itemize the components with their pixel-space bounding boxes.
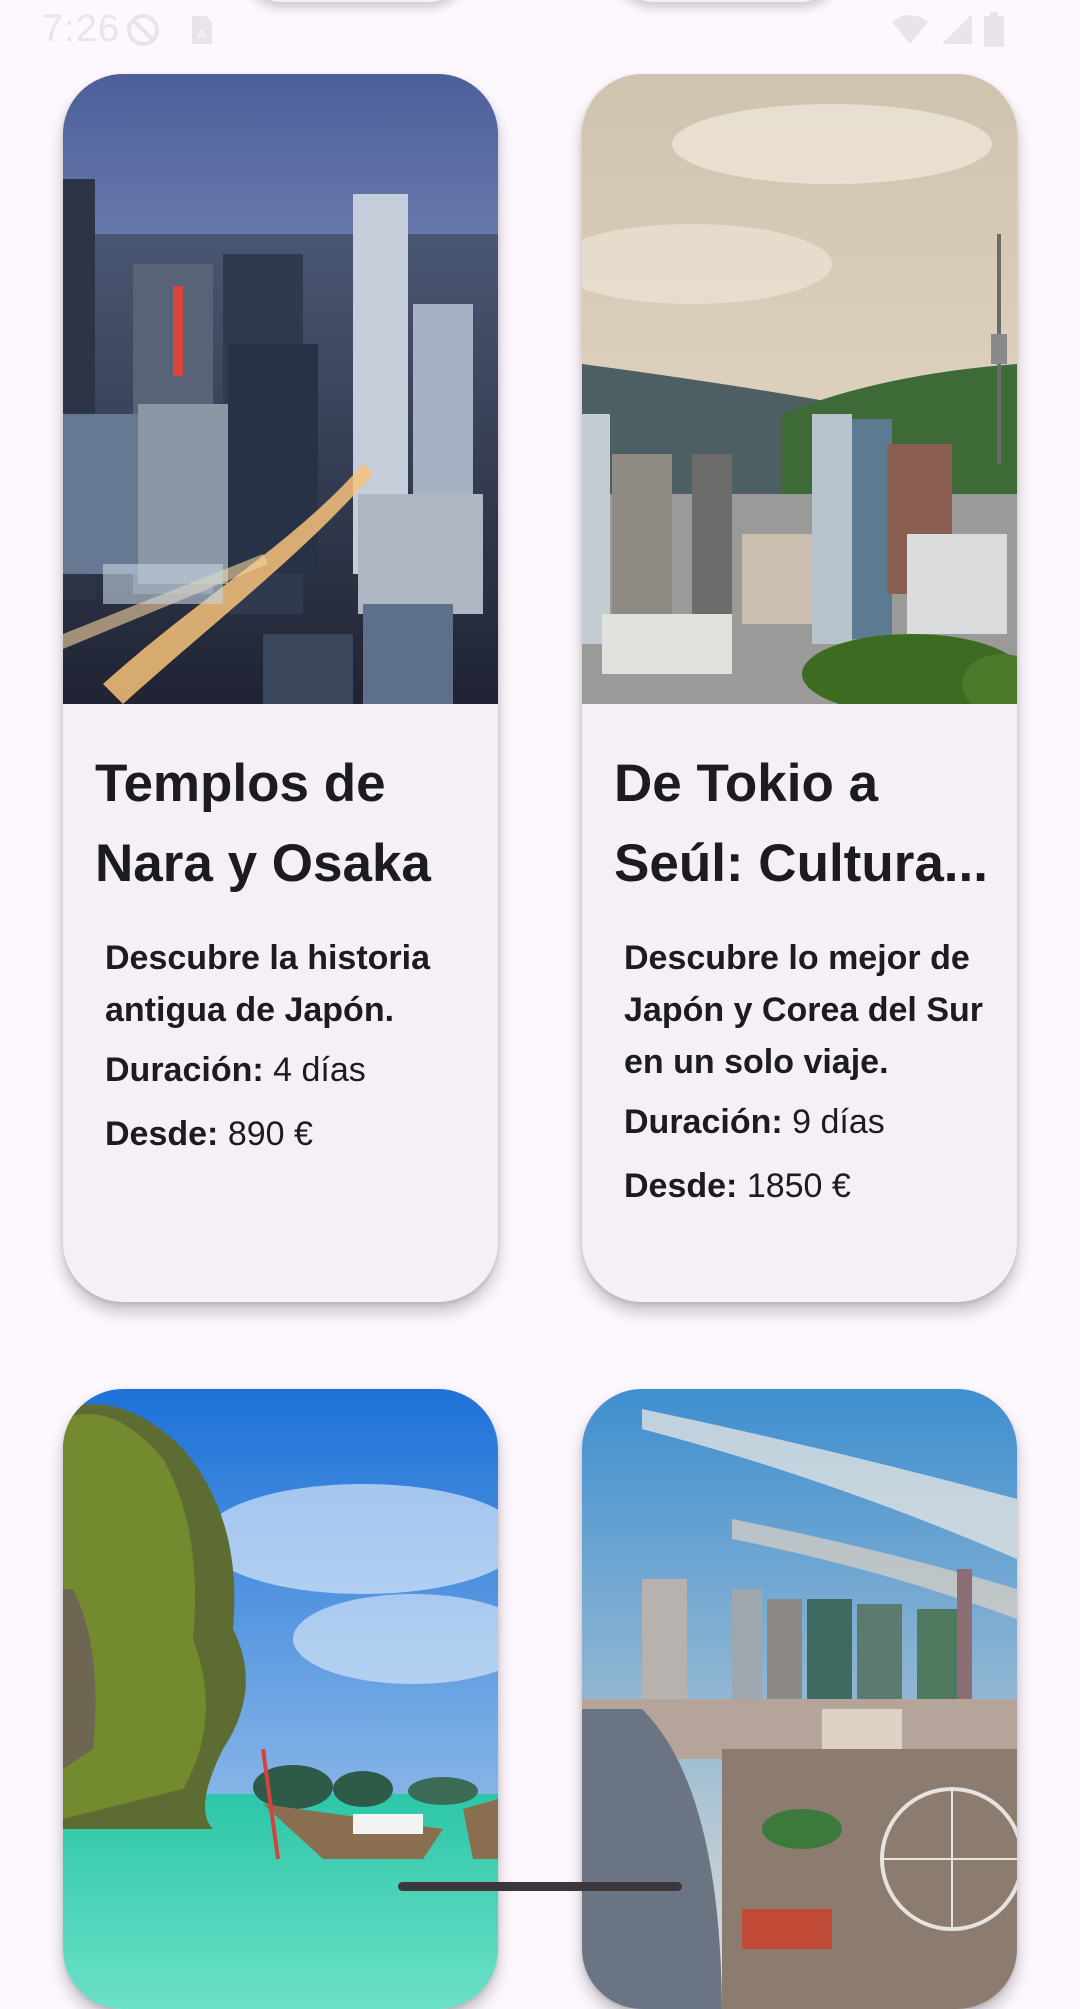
card-description: Descubre la historia antigua de Japón. — [105, 939, 431, 1029]
previous-card-edge — [240, 0, 470, 2]
card-price: Desde: 1850 € — [624, 1167, 851, 1205]
card-price: Desde: 890 € — [105, 1115, 313, 1153]
osaka-city-night-image — [63, 74, 498, 704]
card-title: De Tokio a Seúl: Cultura... — [614, 754, 988, 893]
card-title: Templos de Nara y Osaka — [95, 754, 431, 893]
svg-text:A: A — [197, 26, 207, 42]
bangkok-river-skyline-image — [582, 1389, 1017, 2009]
tour-card[interactable] — [63, 1389, 498, 2009]
card-duration: Duración: 4 días — [105, 1051, 366, 1089]
tour-card[interactable] — [582, 1389, 1017, 2009]
do-not-disturb-icon — [125, 12, 161, 53]
sim-icon: A — [188, 12, 216, 53]
status-time: 7:26 — [42, 8, 120, 50]
tour-card[interactable]: Templos de Nara y Osaka Descubre la hist… — [63, 74, 498, 1302]
previous-card-edge — [612, 0, 842, 2]
tour-card[interactable]: De Tokio a Seúl: Cultura... Descubre lo … — [582, 74, 1017, 1302]
status-bar: 7:26 A — [0, 0, 1080, 60]
card-description: Descubre lo mejor de Japón y Corea del S… — [624, 939, 983, 1081]
wifi-icon — [890, 12, 930, 51]
seoul-skyline-image — [582, 74, 1017, 704]
gesture-nav-handle[interactable] — [398, 1882, 682, 1891]
battery-icon — [983, 12, 1005, 53]
cell-signal-icon — [940, 12, 974, 51]
card-duration: Duración: 9 días — [624, 1103, 885, 1141]
thailand-beach-longtail-boat-image — [63, 1389, 498, 2009]
